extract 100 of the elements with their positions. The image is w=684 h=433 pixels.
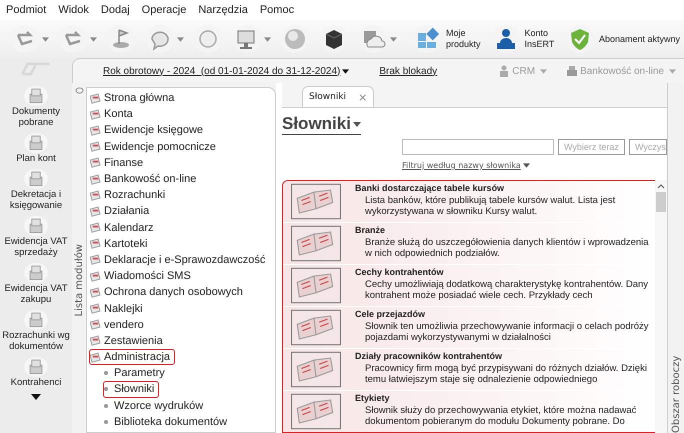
module-icon xyxy=(90,190,101,201)
caret-icon xyxy=(352,122,361,126)
work-area-label[interactable]: Obszar roboczy xyxy=(670,223,682,433)
caret-icon[interactable] xyxy=(177,36,184,42)
book-icon xyxy=(291,267,341,304)
toolbar-button[interactable]: Moje produkty xyxy=(412,24,481,54)
module-item[interactable]: vendero xyxy=(89,316,149,333)
close-button[interactable]: × xyxy=(358,90,368,104)
book-icon xyxy=(291,183,341,220)
module-item[interactable]: Ochrona danych osobowych xyxy=(89,284,248,300)
page-title[interactable]: Słowniki xyxy=(282,114,361,135)
filter-link[interactable]: Filtruj według nazwy słownika xyxy=(402,161,667,170)
module-item[interactable]: Deklaracje i e-Sprawozdawczość xyxy=(89,252,270,268)
document-stack-icon xyxy=(22,167,50,189)
lock-link[interactable]: Brak blokady xyxy=(379,66,438,76)
module-subitem[interactable]: Parametry xyxy=(103,365,170,382)
document-stack-icon xyxy=(22,131,50,153)
module-item[interactable]: Ewidencje pomocnicze xyxy=(89,138,221,155)
module-subitem[interactable]: Wzorce wydruków xyxy=(103,398,208,414)
dictionary-title: Działy pracowników kontrahentów xyxy=(355,351,504,361)
module-item[interactable]: Wiadomości SMS xyxy=(89,268,196,284)
shortcut-button[interactable]: Plan kont xyxy=(1,131,71,164)
menu-item[interactable]: Podmiot xyxy=(6,4,46,16)
module-item[interactable]: Strona główna xyxy=(89,90,180,106)
module-icon xyxy=(90,206,101,217)
document-stack-icon xyxy=(22,214,50,236)
module-icon xyxy=(90,303,101,314)
module-list-label[interactable]: Lista modułów xyxy=(74,244,84,316)
dictionary-item[interactable]: Działy pracowników kontrahentów Pracownicy firm mogą być przypisywani do różnych działów. Dzięki temu łatwiejszym staje się odnalezienie odpowiedniego xyxy=(283,349,655,391)
dictionary-title: Etykiety xyxy=(355,393,391,403)
dictionary-item[interactable]: Etykiety Słownik służy do przechowywania etykiet, które można nadawać dokumentom pobieranym do modułu Dokumenty pobrane. Do xyxy=(283,391,655,432)
menu-item[interactable]: Narzędzia xyxy=(198,4,248,16)
down-arrow-icon[interactable] xyxy=(31,394,41,400)
shortcut-button[interactable]: Dekretacja i księgowanie xyxy=(1,167,71,211)
scroll-up-icon[interactable] xyxy=(657,184,665,189)
dictionary-description: Branże służą do uszczegółowienia danych klientów i wprowadzenia w nich odpowiednich podziałów. xyxy=(365,237,650,259)
module-item[interactable]: Konta xyxy=(89,106,138,122)
module-item[interactable]: Kalendarz xyxy=(89,220,159,236)
dictionary-description: Pracownicy firm mogą być przypisywani do różnych działów. Dzięki temu łatwiejszym staje się odnalezienie odpowiedniego xyxy=(365,363,648,385)
dictionary-description: Słownik służy do przechowywania etykiet, które można nadawać dokumentom pobieranym do modułu Dokumenty pobrane. Do xyxy=(365,405,638,427)
caret-icon xyxy=(522,163,530,168)
menu-item[interactable]: Operacje xyxy=(142,4,186,16)
module-item[interactable]: Kartoteki xyxy=(89,236,152,252)
document-stack-icon xyxy=(22,308,50,330)
dictionary-title: Banki dostarczające tabele kursów xyxy=(355,183,506,193)
module-item[interactable]: Działania xyxy=(89,203,154,220)
module-icon xyxy=(90,335,101,346)
fiscal-year-link[interactable]: Rok obrotowy - 2024 (od 01-01-2024 do 31-12-2024) xyxy=(103,66,350,76)
module-item[interactable]: Zestawienia xyxy=(89,332,168,349)
book-icon xyxy=(291,351,341,388)
module-icon xyxy=(90,141,101,152)
tab[interactable]: Słowniki × xyxy=(302,86,374,107)
caret-icon[interactable] xyxy=(264,36,271,42)
shortcut-button[interactable]: Rozrachunki wg dokumentów xyxy=(1,308,71,352)
dictionary-item[interactable]: Banki dostarczające tabele kursów Lista banków, które publikują tabele kursów walut. Lista jest wykorzystywana w słowniku Kursy walut. xyxy=(283,181,655,223)
bullet-icon xyxy=(104,371,108,376)
module-subitem[interactable]: Słowniki xyxy=(103,381,160,398)
scroll-thumb[interactable] xyxy=(656,192,666,212)
search-field[interactable] xyxy=(402,139,554,155)
module-item[interactable]: Finanse xyxy=(89,154,148,171)
dictionary-title: Cele przejazdów xyxy=(355,309,426,319)
module-icon xyxy=(90,238,101,250)
book-icon xyxy=(291,225,341,262)
scrollbar[interactable] xyxy=(655,180,667,433)
module-item[interactable]: Administracja xyxy=(89,349,176,366)
module-icon xyxy=(90,124,101,136)
book-icon xyxy=(291,309,341,346)
person-icon xyxy=(499,65,510,77)
menu-item[interactable]: Pomoc xyxy=(260,4,294,16)
module-icon xyxy=(90,108,101,120)
shortcut-button[interactable]: Dokumenty pobrane xyxy=(1,84,71,128)
dictionary-description: Cechy umożliwiają dodatkową charakterystykę kontrahentów. Dany kontrahent może posiadać wiele cech. Przykłady cech xyxy=(365,279,650,301)
shortcut-button[interactable]: Ewidencja VAT zakupu xyxy=(1,261,71,305)
dictionary-description: Słownik ten umożliwia przechowywanie informacji o celach podróży pojazdami wykorzystywanymi w działalności xyxy=(365,321,650,343)
module-subitem[interactable]: Biblioteka dokumentów xyxy=(103,414,232,430)
dictionary-item[interactable]: Branże Branże służą do uszczegółowienia danych klientów i wprowadzenia w nich odpowiednich podziałów. xyxy=(283,223,655,265)
toolbar-button[interactable]: Konto InsERT xyxy=(490,24,554,54)
shortcut-button[interactable]: Ewidencja VAT sprzedaży xyxy=(1,214,71,258)
caret-icon[interactable] xyxy=(90,36,97,42)
dictionary-title: Branże xyxy=(355,225,386,235)
menu-item[interactable]: Widok xyxy=(58,4,89,16)
dictionary-item[interactable]: Cele przejazdów Słownik ten umożliwia przechowywanie informacji o celach podróży pojazdami wykorzystywanymi w działalności xyxy=(283,307,655,349)
toolbar-button[interactable]: Abonament aktywny xyxy=(564,24,680,54)
printer-icon xyxy=(567,65,578,77)
menu-item[interactable]: Dodaj xyxy=(100,4,130,16)
module-icon xyxy=(90,254,101,266)
caret-icon xyxy=(669,68,676,74)
module-icon xyxy=(90,352,101,363)
module-item[interactable]: Ewidencje księgowe xyxy=(89,122,208,139)
dictionary-item[interactable]: Cechy kontrahentów Cechy umożliwiają dodatkową charakterystykę kontrahentów. Dany kontrahent może posiadać wiele cech. Przykłady cech xyxy=(283,265,655,307)
caret-icon[interactable] xyxy=(390,36,397,42)
pin-icon[interactable] xyxy=(74,87,84,94)
module-icon xyxy=(90,92,101,104)
shortcut-button[interactable]: Kontrahenci xyxy=(1,355,71,388)
caret-icon[interactable] xyxy=(42,36,49,42)
module-icon xyxy=(90,319,101,330)
module-item[interactable]: Rozrachunki xyxy=(89,187,170,204)
bullet-icon xyxy=(104,404,108,408)
module-item[interactable]: Bankowość on-line xyxy=(89,170,202,188)
module-item[interactable]: Naklejki xyxy=(89,300,148,317)
